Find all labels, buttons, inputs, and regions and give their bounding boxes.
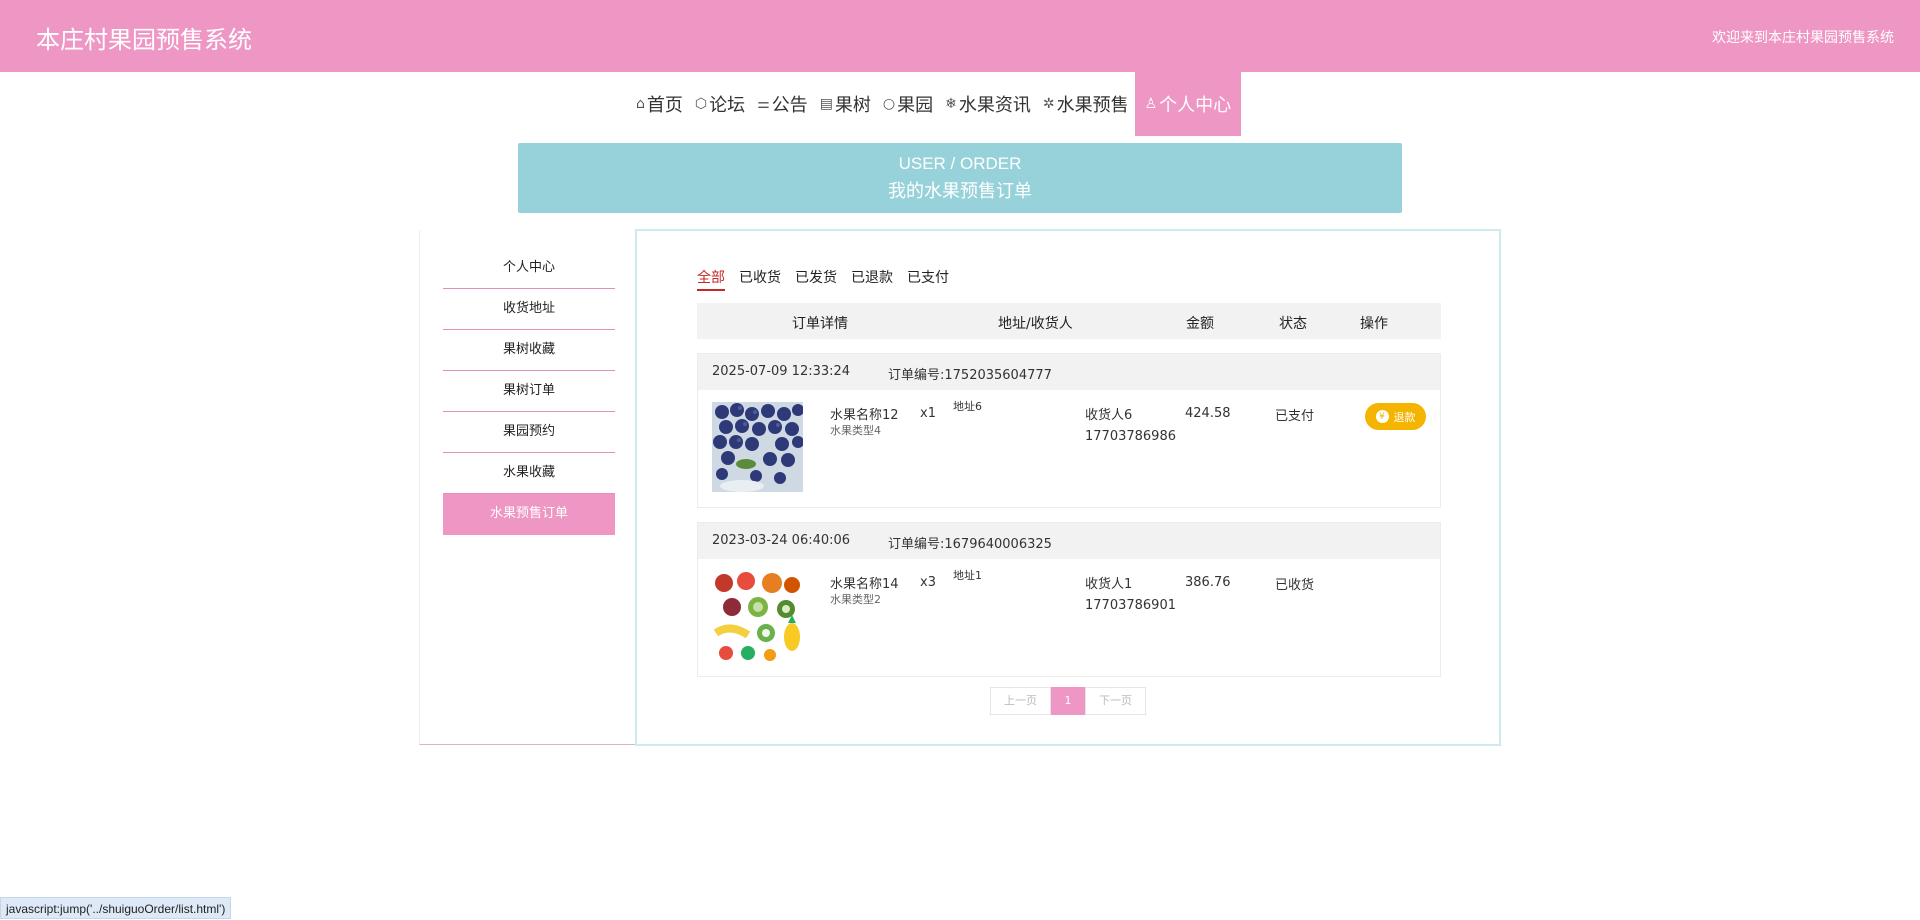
table-header: 订单详情 地址/收货人 金额 状态 操作 <box>697 303 1441 339</box>
order-status: 已收货 <box>1275 578 1315 593</box>
gear-icon: ✲ <box>1042 96 1055 112</box>
sidebar-item-tree-favorites[interactable]: 果树收藏 <box>443 330 615 371</box>
product-quantity: x1 <box>920 406 936 421</box>
sidebar-item-presale-orders[interactable]: 水果预售订单 <box>443 494 615 535</box>
receiver-phone: 17703786901 <box>1085 598 1176 613</box>
pagination: 上一页 1 下一页 <box>990 687 1146 715</box>
order-number: 订单编号:1679640006325 <box>888 537 1052 552</box>
delivery-address: 地址1 <box>953 569 982 582</box>
sidebar-item-orchard-booking[interactable]: 果园预约 <box>443 412 615 453</box>
tab-shipped[interactable]: 已发货 <box>795 267 837 291</box>
product-quantity: x3 <box>920 575 936 590</box>
prev-page-button[interactable]: 上一页 <box>990 687 1051 715</box>
col-status: 状态 <box>1279 316 1307 332</box>
receiver-info: 收货人6 17703786986 <box>1085 405 1176 447</box>
order-time: 2025-07-09 12:33:24 <box>712 364 851 379</box>
browser-status-bar: javascript:jump('../shuiguoOrder/list.ht… <box>0 897 232 919</box>
sidebar-item-address[interactable]: 收货地址 <box>443 289 615 330</box>
next-page-button[interactable]: 下一页 <box>1085 687 1146 715</box>
sidebar: 个人中心 收货地址 果树收藏 果树订单 果园预约 水果收藏 水果预售订单 <box>419 230 635 745</box>
col-detail: 订单详情 <box>792 316 848 332</box>
order-header: 2025-07-09 12:33:24 订单编号:1752035604777 <box>698 354 1440 390</box>
snowflake-icon: ❄ <box>945 96 957 112</box>
refund-button[interactable]: ¥ 退款 <box>1365 403 1426 430</box>
order-status: 已支付 <box>1275 409 1315 424</box>
nav-item-home[interactable]: ⌂ 首页 <box>630 72 689 136</box>
nav-label: 水果预售 <box>1056 95 1129 116</box>
mixed-fruits-image[interactable] <box>712 571 803 661</box>
cube-icon: ⬡ <box>694 96 708 112</box>
sidebar-list: 个人中心 收货地址 果树收藏 果树订单 果园预约 水果收藏 水果预售订单 <box>443 248 615 535</box>
order-body: 水果名称12 水果类型4 x1 地址6 收货人6 17703786986 424… <box>698 390 1440 507</box>
nav-item-fruit-news[interactable]: ❄ 水果资讯 <box>939 72 1037 136</box>
delivery-address: 地址6 <box>953 400 982 413</box>
nav-item-forum[interactable]: ⬡ 论坛 <box>689 72 751 136</box>
refund-label: 退款 <box>1393 410 1416 424</box>
nav-label: 公告 <box>771 95 808 116</box>
product-name: 水果名称12 <box>830 408 899 423</box>
receiver-phone: 17703786986 <box>1085 429 1176 444</box>
orders-panel: 全部 已收货 已发货 已退款 已支付 订单详情 地址/收货人 金额 状态 操作 … <box>635 229 1501 746</box>
col-address: 地址/收货人 <box>998 316 1073 332</box>
order-body: 水果名称14 水果类型2 x3 地址1 收货人1 17703786901 386… <box>698 559 1440 676</box>
nav-label: 论坛 <box>709 95 746 116</box>
banner-title: 我的水果预售订单 <box>888 181 1032 202</box>
order-header: 2023-03-24 06:40:06 订单编号:1679640006325 <box>698 523 1440 559</box>
nav-item-orchard[interactable]: ○ 果园 <box>877 72 939 136</box>
sidebar-item-fruit-favorites[interactable]: 水果收藏 <box>443 453 615 494</box>
tab-all[interactable]: 全部 <box>697 267 725 291</box>
sidebar-item-user-center[interactable]: 个人中心 <box>443 248 615 289</box>
yen-icon: ¥ <box>1375 410 1389 423</box>
nav-item-fruit-tree[interactable]: ▤ 果树 <box>814 72 877 136</box>
tab-refunded[interactable]: 已退款 <box>851 267 893 291</box>
nav-item-notice[interactable]: ⚌ 公告 <box>751 72 814 136</box>
nav-item-user-center[interactable]: ♙ 个人中心 <box>1134 72 1242 136</box>
site-title: 本庄村果园预售系统 <box>36 26 252 54</box>
col-action: 操作 <box>1360 316 1388 332</box>
nav-label: 果园 <box>897 95 934 116</box>
main-nav: ⌂ 首页 ⬡ 论坛 ⚌ 公告 ▤ 果树 ○ 果园 ❄ 水果资讯 ✲ 水果预售 ♙ 个人中心 <box>630 72 1242 136</box>
circle-icon: ○ <box>882 96 896 112</box>
product-type: 水果类型4 <box>830 424 881 437</box>
order-amount: 386.76 <box>1185 575 1231 590</box>
nav-label: 水果资讯 <box>958 95 1031 116</box>
welcome-text: 欢迎来到本庄村果园预售系统 <box>1712 30 1894 46</box>
user-icon: ♙ <box>1144 96 1158 112</box>
order-number: 订单编号:1752035604777 <box>888 368 1052 383</box>
order-amount: 424.58 <box>1185 406 1231 421</box>
sliders-icon: ⚌ <box>757 96 770 112</box>
banner-subtitle: USER / ORDER <box>898 154 1022 173</box>
product-type: 水果类型2 <box>830 593 881 606</box>
page-banner: USER / ORDER 我的水果预售订单 <box>518 143 1402 213</box>
page-1-button[interactable]: 1 <box>1051 687 1085 715</box>
sidebar-item-tree-orders[interactable]: 果树订单 <box>443 371 615 412</box>
top-header: 本庄村果园预售系统 欢迎来到本庄村果园预售系统 <box>0 0 1920 72</box>
order-card: 2023-03-24 06:40:06 订单编号:1679640006325 水… <box>697 522 1441 677</box>
nav-label: 果树 <box>834 95 871 116</box>
blueberries-image[interactable] <box>712 402 803 492</box>
tab-paid[interactable]: 已支付 <box>907 267 949 291</box>
col-amount: 金额 <box>1186 316 1214 332</box>
product-name: 水果名称14 <box>830 577 899 592</box>
home-icon: ⌂ <box>636 96 645 112</box>
nav-label: 首页 <box>646 95 683 116</box>
receiver-info: 收货人1 17703786901 <box>1085 574 1176 616</box>
receiver-name: 收货人1 <box>1085 577 1133 592</box>
order-time: 2023-03-24 06:40:06 <box>712 533 851 548</box>
nav-label: 个人中心 <box>1159 95 1232 116</box>
status-tabs: 全部 已收货 已发货 已退款 已支付 <box>697 267 963 291</box>
tab-received[interactable]: 已收货 <box>739 267 781 291</box>
calendar-icon: ▤ <box>819 96 833 112</box>
order-card: 2025-07-09 12:33:24 订单编号:1752035604777 水… <box>697 353 1441 508</box>
nav-item-fruit-presale[interactable]: ✲ 水果预售 <box>1037 72 1135 136</box>
receiver-name: 收货人6 <box>1085 408 1133 423</box>
